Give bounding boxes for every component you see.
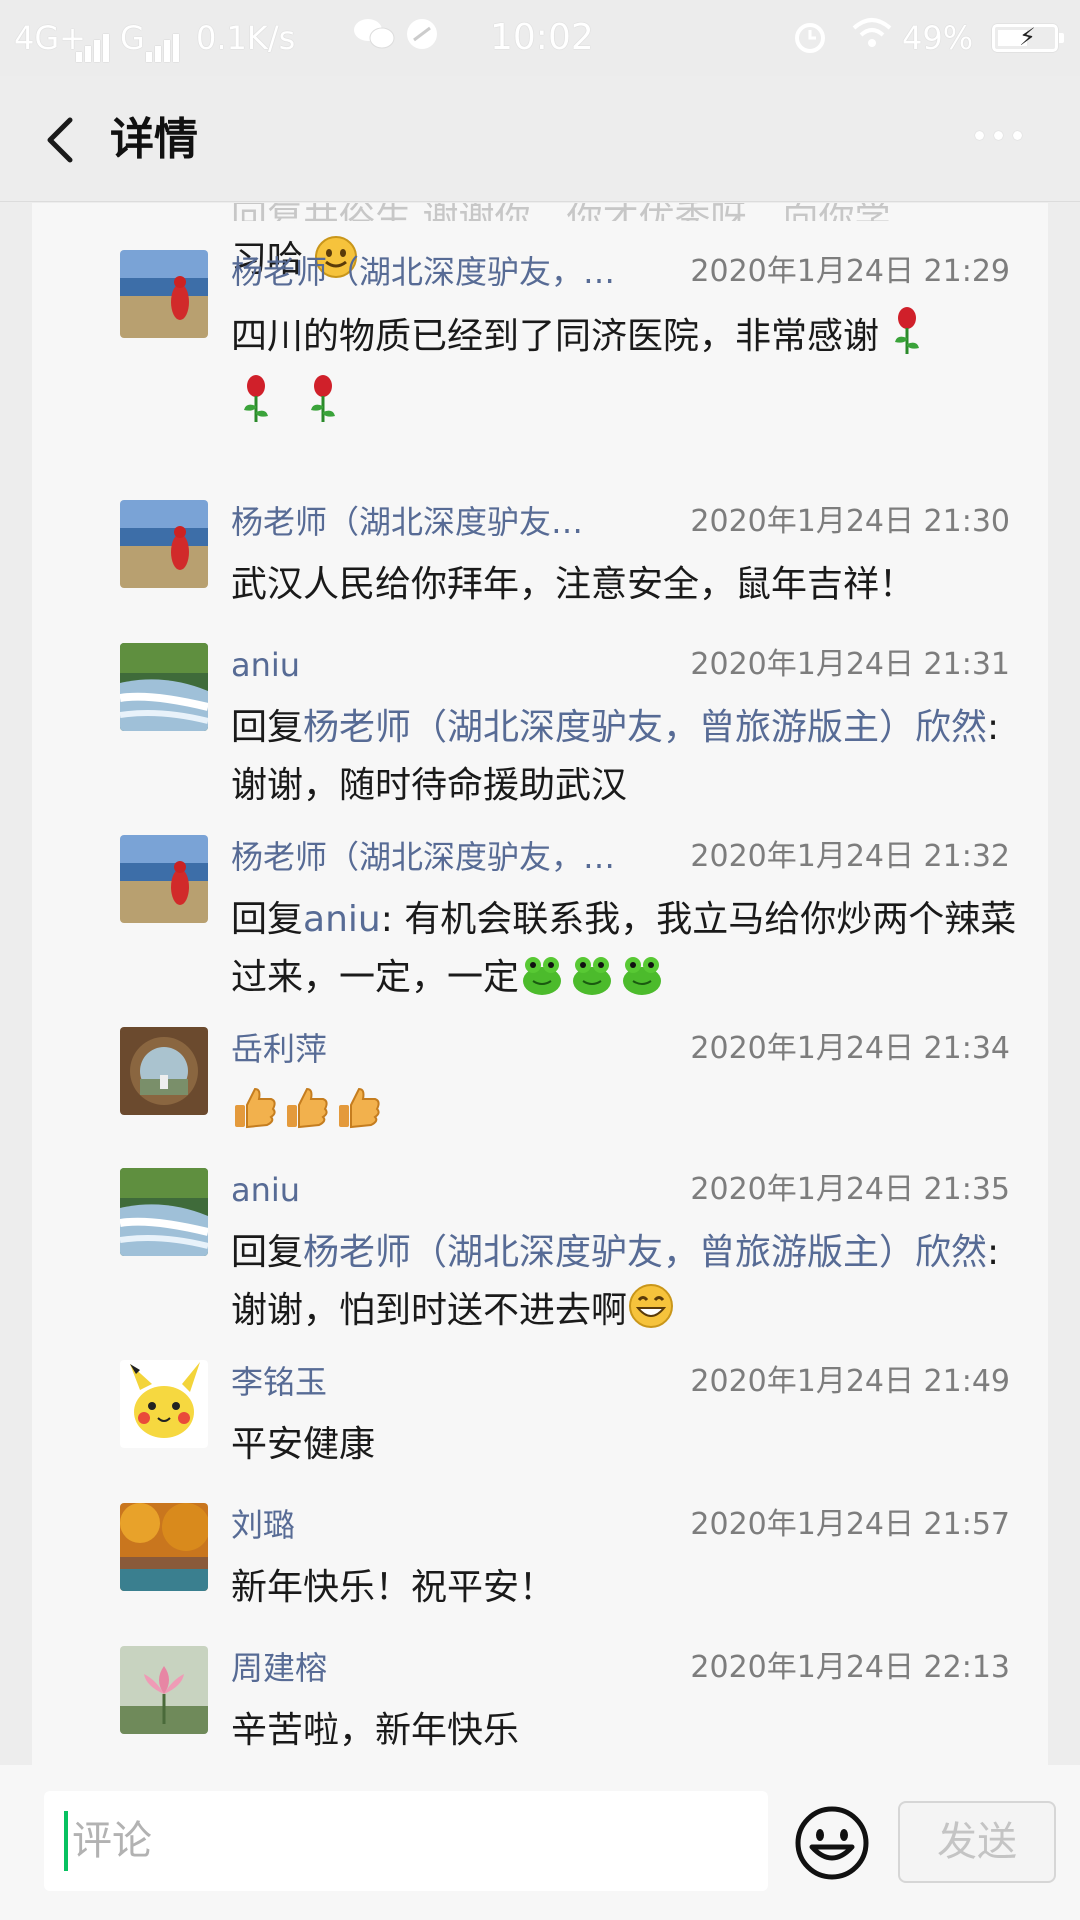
- nav-header: 详情: [0, 76, 1080, 202]
- avatar[interactable]: [120, 1646, 208, 1734]
- comment-text: 武汉人民给你拜年，注意安全，鼠年吉祥！: [231, 564, 916, 605]
- rose-emoji: [306, 374, 340, 442]
- status-bar: 4G+ G 0.1K/s 10:02 49% ⚡: [0, 0, 1080, 76]
- reply-target-link[interactable]: 杨老师（湖北深度驴友，曾旅游版主）欣然: [303, 707, 987, 748]
- text-cursor: [64, 1811, 68, 1871]
- more-button[interactable]: [970, 116, 1040, 156]
- thumbs-up-emoji: [283, 1083, 331, 1149]
- wechat-icon: [352, 16, 396, 63]
- avatar[interactable]: [120, 1027, 208, 1115]
- battery-icon: ⚡: [992, 23, 1064, 52]
- reply-target-link[interactable]: aniu: [303, 899, 381, 940]
- comment-text: 辛苦啦，新年快乐: [231, 1710, 520, 1751]
- commenter-name[interactable]: aniu: [231, 1168, 300, 1212]
- comment-input[interactable]: 评论: [44, 1791, 768, 1891]
- comment-time: 2020年1月24日 21:30: [690, 504, 1010, 539]
- commenter-name[interactable]: 杨老师（湖北深度驴友，…: [231, 250, 615, 294]
- frog-emoji: [569, 951, 615, 1015]
- page-title: 详情: [110, 114, 198, 165]
- comment-text: 四川的物质已经到了同济医院，非常感谢: [231, 306, 1031, 442]
- signal-icon-2: [146, 16, 182, 62]
- commenter-name[interactable]: 杨老师（湖北深度驴友…: [231, 500, 583, 544]
- comment-input-placeholder: 评论: [72, 1818, 152, 1864]
- commenter-name[interactable]: 周建榕: [231, 1646, 327, 1690]
- grin-emoji: [627, 1282, 675, 1348]
- reply-prefix: 回复: [231, 899, 304, 940]
- send-button[interactable]: 发送: [898, 1801, 1056, 1883]
- comment-text: [231, 1083, 1031, 1149]
- avatar[interactable]: [120, 1168, 208, 1256]
- comment-time: 2020年1月24日 21:34: [690, 1031, 1010, 1066]
- network-type-2: G: [120, 19, 145, 57]
- comment-time: 2020年1月24日 21:49: [690, 1364, 1010, 1399]
- smile-face-icon: [795, 1806, 869, 1880]
- comment-body: 四川的物质已经到了同济医院，非常感谢: [231, 316, 880, 357]
- avatar[interactable]: [120, 1360, 208, 1448]
- reply-prefix: 回复: [231, 1232, 304, 1273]
- avatar[interactable]: [120, 1503, 208, 1591]
- comment-time: 2020年1月24日 21:32: [690, 839, 1010, 874]
- comment-time: 2020年1月24日 22:13: [690, 1650, 1010, 1685]
- comment-text: 回复杨老师（湖北深度驴友，曾旅游版主）欣然: 谢谢，随时待命援助武汉: [231, 699, 1031, 815]
- back-icon: [47, 117, 73, 163]
- clock: 10:02: [490, 17, 594, 58]
- comment-time: 2020年1月24日 21:57: [690, 1507, 1010, 1542]
- commenter-name[interactable]: aniu: [231, 643, 300, 687]
- avatar[interactable]: [120, 250, 208, 338]
- reply-target-link[interactable]: 杨老师（湖北深度驴友，曾旅游版主）欣然: [303, 1232, 987, 1273]
- commenter-name[interactable]: 岳利萍: [231, 1027, 327, 1071]
- net-speed: 0.1K/s: [196, 19, 296, 57]
- commenter-name[interactable]: 刘璐: [231, 1503, 295, 1547]
- commenter-name[interactable]: 李铭玉: [231, 1360, 327, 1404]
- reply-prefix: 回复: [231, 707, 304, 748]
- commenter-name[interactable]: 杨老师（湖北深度驴友，…: [231, 835, 615, 879]
- signal-icon-1: [76, 16, 112, 62]
- thumbs-up-emoji: [231, 1083, 279, 1149]
- frog-emoji: [619, 951, 665, 1015]
- alarm-icon: [790, 16, 830, 67]
- emoji-button[interactable]: [792, 1803, 872, 1883]
- back-button[interactable]: [36, 112, 92, 168]
- comment-list[interactable]: 回复井俗生 谢谢你，你才优秀呀，向你学 习哈 杨老师（湖北深度驴友，… 2020…: [32, 203, 1048, 1765]
- partial-comment-line1: 回复井俗生 谢谢你，你才优秀呀，向你学: [231, 203, 1021, 221]
- rose-emoji: [239, 374, 273, 442]
- more-icon: [970, 131, 1027, 159]
- frog-emoji: [519, 951, 565, 1015]
- comment-text: 回复aniu: 有机会联系我，我立马给你炒两个辣菜过来，一定，一定: [231, 891, 1031, 1015]
- comment-input-bar: 评论 发送: [0, 1765, 1080, 1920]
- avatar[interactable]: [120, 500, 208, 588]
- rose-emoji: [890, 306, 924, 374]
- battery-percent: 49%: [902, 19, 974, 57]
- avatar[interactable]: [120, 643, 208, 731]
- comment-text: 新年快乐！祝平安！: [231, 1567, 556, 1608]
- wifi-icon: [850, 16, 894, 63]
- comment-time: 2020年1月24日 21:29: [690, 254, 1010, 289]
- avatar[interactable]: [120, 835, 208, 923]
- app-icon: [404, 16, 440, 63]
- thumbs-up-emoji: [335, 1083, 383, 1149]
- comment-text: 回复杨老师（湖北深度驴友，曾旅游版主）欣然: 谢谢，怕到时送不进去啊: [231, 1224, 1031, 1348]
- comment-time: 2020年1月24日 21:35: [690, 1172, 1010, 1207]
- comment-text: 平安健康: [231, 1424, 376, 1465]
- comment-time: 2020年1月24日 21:31: [690, 647, 1010, 682]
